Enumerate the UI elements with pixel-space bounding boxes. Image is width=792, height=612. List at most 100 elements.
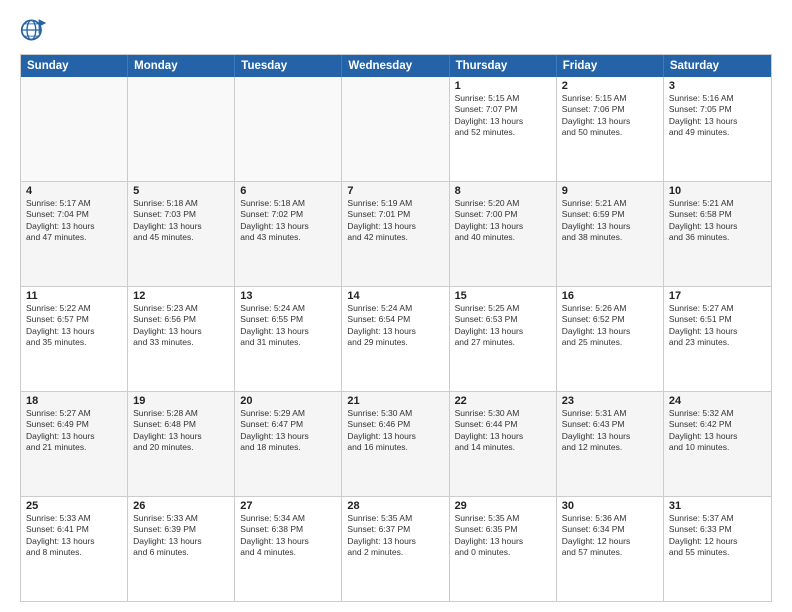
calendar-cell-w1-d1: 5Sunrise: 5:18 AM Sunset: 7:03 PM Daylig… — [128, 182, 235, 286]
cell-text-block: Sunrise: 5:21 AM Sunset: 6:59 PM Dayligh… — [562, 198, 658, 244]
calendar-cell-w3-d6: 24Sunrise: 5:32 AM Sunset: 6:42 PM Dayli… — [664, 392, 771, 496]
cell-text-block: Sunrise: 5:35 AM Sunset: 6:35 PM Dayligh… — [455, 513, 551, 559]
calendar-cell-w0-d0 — [21, 77, 128, 181]
calendar-cell-w2-d5: 16Sunrise: 5:26 AM Sunset: 6:52 PM Dayli… — [557, 287, 664, 391]
day-number: 20 — [240, 395, 336, 407]
cell-text-block: Sunrise: 5:33 AM Sunset: 6:39 PM Dayligh… — [133, 513, 229, 559]
cell-text-block: Sunrise: 5:28 AM Sunset: 6:48 PM Dayligh… — [133, 408, 229, 454]
header-day-wednesday: Wednesday — [342, 55, 449, 77]
cell-text-block: Sunrise: 5:18 AM Sunset: 7:03 PM Dayligh… — [133, 198, 229, 244]
day-number: 9 — [562, 185, 658, 197]
cell-text-block: Sunrise: 5:34 AM Sunset: 6:38 PM Dayligh… — [240, 513, 336, 559]
header — [20, 16, 772, 44]
calendar-cell-w0-d6: 3Sunrise: 5:16 AM Sunset: 7:05 PM Daylig… — [664, 77, 771, 181]
day-number: 21 — [347, 395, 443, 407]
calendar-cell-w0-d4: 1Sunrise: 5:15 AM Sunset: 7:07 PM Daylig… — [450, 77, 557, 181]
calendar-body: 1Sunrise: 5:15 AM Sunset: 7:07 PM Daylig… — [21, 77, 771, 601]
calendar-header-row: SundayMondayTuesdayWednesdayThursdayFrid… — [21, 55, 771, 77]
day-number: 3 — [669, 80, 766, 92]
day-number: 2 — [562, 80, 658, 92]
day-number: 18 — [26, 395, 122, 407]
cell-text-block: Sunrise: 5:31 AM Sunset: 6:43 PM Dayligh… — [562, 408, 658, 454]
cell-text-block: Sunrise: 5:21 AM Sunset: 6:58 PM Dayligh… — [669, 198, 766, 244]
cell-text-block: Sunrise: 5:24 AM Sunset: 6:54 PM Dayligh… — [347, 303, 443, 349]
calendar-cell-w3-d0: 18Sunrise: 5:27 AM Sunset: 6:49 PM Dayli… — [21, 392, 128, 496]
cell-text-block: Sunrise: 5:19 AM Sunset: 7:01 PM Dayligh… — [347, 198, 443, 244]
logo — [20, 16, 52, 44]
cell-text-block: Sunrise: 5:17 AM Sunset: 7:04 PM Dayligh… — [26, 198, 122, 244]
day-number: 13 — [240, 290, 336, 302]
cell-text-block: Sunrise: 5:26 AM Sunset: 6:52 PM Dayligh… — [562, 303, 658, 349]
calendar-cell-w4-d0: 25Sunrise: 5:33 AM Sunset: 6:41 PM Dayli… — [21, 497, 128, 601]
calendar: SundayMondayTuesdayWednesdayThursdayFrid… — [20, 54, 772, 602]
day-number: 6 — [240, 185, 336, 197]
cell-text-block: Sunrise: 5:30 AM Sunset: 6:46 PM Dayligh… — [347, 408, 443, 454]
calendar-cell-w2-d4: 15Sunrise: 5:25 AM Sunset: 6:53 PM Dayli… — [450, 287, 557, 391]
calendar-cell-w0-d2 — [235, 77, 342, 181]
calendar-cell-w1-d0: 4Sunrise: 5:17 AM Sunset: 7:04 PM Daylig… — [21, 182, 128, 286]
calendar-cell-w4-d1: 26Sunrise: 5:33 AM Sunset: 6:39 PM Dayli… — [128, 497, 235, 601]
header-day-saturday: Saturday — [664, 55, 771, 77]
calendar-cell-w2-d3: 14Sunrise: 5:24 AM Sunset: 6:54 PM Dayli… — [342, 287, 449, 391]
cell-text-block: Sunrise: 5:27 AM Sunset: 6:49 PM Dayligh… — [26, 408, 122, 454]
cell-text-block: Sunrise: 5:15 AM Sunset: 7:07 PM Dayligh… — [455, 93, 551, 139]
calendar-cell-w1-d2: 6Sunrise: 5:18 AM Sunset: 7:02 PM Daylig… — [235, 182, 342, 286]
day-number: 30 — [562, 500, 658, 512]
calendar-cell-w3-d4: 22Sunrise: 5:30 AM Sunset: 6:44 PM Dayli… — [450, 392, 557, 496]
day-number: 17 — [669, 290, 766, 302]
calendar-cell-w1-d6: 10Sunrise: 5:21 AM Sunset: 6:58 PM Dayli… — [664, 182, 771, 286]
cell-text-block: Sunrise: 5:33 AM Sunset: 6:41 PM Dayligh… — [26, 513, 122, 559]
day-number: 16 — [562, 290, 658, 302]
calendar-week-4: 25Sunrise: 5:33 AM Sunset: 6:41 PM Dayli… — [21, 497, 771, 601]
calendar-cell-w2-d2: 13Sunrise: 5:24 AM Sunset: 6:55 PM Dayli… — [235, 287, 342, 391]
calendar-week-1: 4Sunrise: 5:17 AM Sunset: 7:04 PM Daylig… — [21, 182, 771, 287]
calendar-cell-w1-d3: 7Sunrise: 5:19 AM Sunset: 7:01 PM Daylig… — [342, 182, 449, 286]
day-number: 15 — [455, 290, 551, 302]
day-number: 25 — [26, 500, 122, 512]
cell-text-block: Sunrise: 5:23 AM Sunset: 6:56 PM Dayligh… — [133, 303, 229, 349]
cell-text-block: Sunrise: 5:20 AM Sunset: 7:00 PM Dayligh… — [455, 198, 551, 244]
day-number: 19 — [133, 395, 229, 407]
header-day-tuesday: Tuesday — [235, 55, 342, 77]
calendar-cell-w3-d1: 19Sunrise: 5:28 AM Sunset: 6:48 PM Dayli… — [128, 392, 235, 496]
calendar-cell-w4-d4: 29Sunrise: 5:35 AM Sunset: 6:35 PM Dayli… — [450, 497, 557, 601]
day-number: 31 — [669, 500, 766, 512]
day-number: 12 — [133, 290, 229, 302]
day-number: 10 — [669, 185, 766, 197]
day-number: 28 — [347, 500, 443, 512]
header-day-friday: Friday — [557, 55, 664, 77]
day-number: 29 — [455, 500, 551, 512]
calendar-week-2: 11Sunrise: 5:22 AM Sunset: 6:57 PM Dayli… — [21, 287, 771, 392]
calendar-cell-w0-d3 — [342, 77, 449, 181]
calendar-cell-w1-d5: 9Sunrise: 5:21 AM Sunset: 6:59 PM Daylig… — [557, 182, 664, 286]
calendar-cell-w3-d5: 23Sunrise: 5:31 AM Sunset: 6:43 PM Dayli… — [557, 392, 664, 496]
calendar-cell-w4-d2: 27Sunrise: 5:34 AM Sunset: 6:38 PM Dayli… — [235, 497, 342, 601]
cell-text-block: Sunrise: 5:29 AM Sunset: 6:47 PM Dayligh… — [240, 408, 336, 454]
calendar-cell-w4-d5: 30Sunrise: 5:36 AM Sunset: 6:34 PM Dayli… — [557, 497, 664, 601]
cell-text-block: Sunrise: 5:16 AM Sunset: 7:05 PM Dayligh… — [669, 93, 766, 139]
day-number: 7 — [347, 185, 443, 197]
calendar-week-3: 18Sunrise: 5:27 AM Sunset: 6:49 PM Dayli… — [21, 392, 771, 497]
day-number: 11 — [26, 290, 122, 302]
day-number: 23 — [562, 395, 658, 407]
day-number: 27 — [240, 500, 336, 512]
header-day-sunday: Sunday — [21, 55, 128, 77]
cell-text-block: Sunrise: 5:32 AM Sunset: 6:42 PM Dayligh… — [669, 408, 766, 454]
day-number: 24 — [669, 395, 766, 407]
cell-text-block: Sunrise: 5:37 AM Sunset: 6:33 PM Dayligh… — [669, 513, 766, 559]
page: SundayMondayTuesdayWednesdayThursdayFrid… — [0, 0, 792, 612]
day-number: 8 — [455, 185, 551, 197]
calendar-cell-w2-d1: 12Sunrise: 5:23 AM Sunset: 6:56 PM Dayli… — [128, 287, 235, 391]
day-number: 1 — [455, 80, 551, 92]
header-day-thursday: Thursday — [450, 55, 557, 77]
cell-text-block: Sunrise: 5:35 AM Sunset: 6:37 PM Dayligh… — [347, 513, 443, 559]
calendar-cell-w1-d4: 8Sunrise: 5:20 AM Sunset: 7:00 PM Daylig… — [450, 182, 557, 286]
cell-text-block: Sunrise: 5:30 AM Sunset: 6:44 PM Dayligh… — [455, 408, 551, 454]
calendar-cell-w0-d5: 2Sunrise: 5:15 AM Sunset: 7:06 PM Daylig… — [557, 77, 664, 181]
cell-text-block: Sunrise: 5:25 AM Sunset: 6:53 PM Dayligh… — [455, 303, 551, 349]
calendar-cell-w3-d2: 20Sunrise: 5:29 AM Sunset: 6:47 PM Dayli… — [235, 392, 342, 496]
cell-text-block: Sunrise: 5:18 AM Sunset: 7:02 PM Dayligh… — [240, 198, 336, 244]
calendar-cell-w2-d6: 17Sunrise: 5:27 AM Sunset: 6:51 PM Dayli… — [664, 287, 771, 391]
calendar-cell-w4-d6: 31Sunrise: 5:37 AM Sunset: 6:33 PM Dayli… — [664, 497, 771, 601]
calendar-cell-w3-d3: 21Sunrise: 5:30 AM Sunset: 6:46 PM Dayli… — [342, 392, 449, 496]
